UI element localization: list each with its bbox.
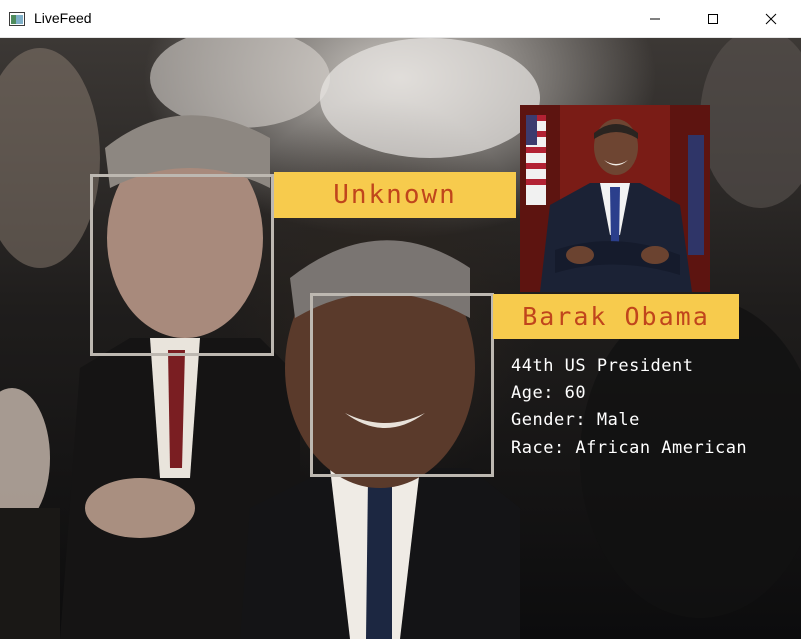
identified-name-label: Barak Obama [493,294,739,339]
minimize-icon [649,10,661,29]
maximize-icon [707,10,719,29]
close-icon [765,10,777,29]
info-race: Race: African American [511,438,748,458]
info-gender: Gender: Male [511,410,640,430]
matched-portrait [520,105,710,292]
maximize-button[interactable] [684,0,742,38]
window-title: LiveFeed [34,10,92,26]
close-button[interactable] [742,0,800,38]
face-box-unknown [90,174,274,356]
video-feed: Unknown Barak Obama 44th US President Ag… [0,38,801,639]
title-bar[interactable]: LiveFeed [0,0,801,38]
face-box-identified [310,293,494,477]
unknown-label: Unknown [274,172,516,218]
info-age: Age: 60 [511,383,587,403]
info-title: 44th US President [511,356,694,376]
minimize-button[interactable] [626,0,684,38]
app-window-icon [9,11,25,26]
